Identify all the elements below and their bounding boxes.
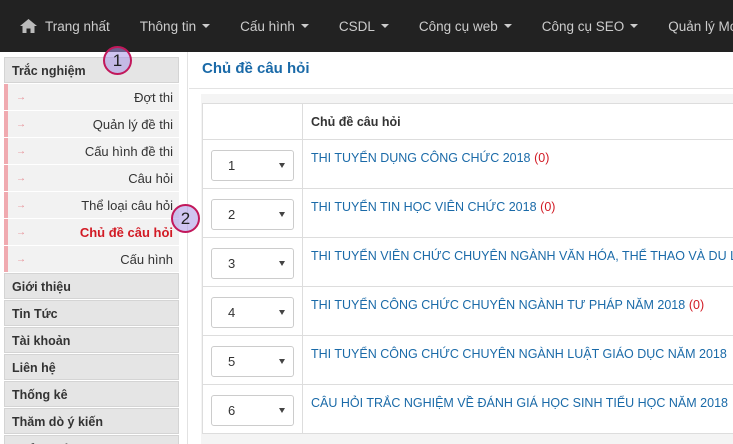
caret-down-icon: [202, 24, 211, 28]
order-value: 1: [228, 158, 236, 173]
nav-quan-ly-module-label: Quản lý Modu: [668, 18, 733, 34]
submenu-label: Đợt thi: [134, 89, 173, 105]
menu-item-tham-do-y-kien[interactable]: Thăm dò ý kiến: [4, 408, 179, 434]
table-row: 3 THI TUYỂN VIÊN CHỨC CHUYÊN NGÀNH VĂN H…: [202, 237, 733, 287]
top-navbar: Trang nhất Thông tin Cấu hình CSDL Công …: [0, 0, 733, 52]
topic-link[interactable]: THI TUYỂN CÔNG CHỨC CHUYÊN NGÀNH TƯ PHÁP…: [311, 298, 685, 312]
menu-header-trac-nghiem[interactable]: Trắc nghiệm: [4, 57, 179, 83]
order-column-header: [202, 103, 303, 140]
nav-quan-ly-module[interactable]: Quản lý Modu: [653, 0, 733, 52]
order-select[interactable]: 1: [211, 150, 294, 181]
nav-cong-cu-seo[interactable]: Công cụ SEO: [527, 0, 654, 52]
order-select[interactable]: 6: [211, 395, 294, 426]
topic-link[interactable]: CÂU HỎI TRẮC NGHIỆM VỀ ĐÁNH GIÁ HỌC SINH…: [311, 396, 728, 410]
submenu-label: Chủ đề câu hỏi: [79, 224, 173, 240]
caret-down-icon: [279, 408, 285, 413]
table-row: 2 THI TUYỂN TIN HỌC VIÊN CHỨC 2018 (0): [202, 188, 733, 238]
order-value: 5: [228, 354, 236, 369]
submenu-item-dot-thi[interactable]: → Đợt thi: [4, 84, 179, 110]
nav-cau-hinh-label: Cấu hình: [240, 18, 295, 34]
caret-down-icon: [630, 24, 639, 28]
caret-down-icon: [279, 359, 285, 364]
main-content: Chủ đề câu hỏi Chủ đề câu hỏi 1 THI TUYỂ…: [189, 52, 733, 444]
order-value: 3: [228, 256, 236, 271]
menu-item-gioi-thieu[interactable]: Giới thiệu: [4, 273, 179, 299]
home-icon: [20, 19, 37, 33]
order-value: 4: [228, 305, 236, 320]
caret-down-icon: [279, 261, 285, 266]
question-count: (0): [540, 200, 556, 214]
arrow-right-icon: →: [16, 199, 26, 211]
divider: [189, 88, 733, 89]
submenu-item-the-loai-cau-hoi[interactable]: → Thể loại câu hỏi: [4, 192, 179, 218]
submenu-item-cau-hoi[interactable]: → Câu hỏi: [4, 165, 179, 191]
page-title: Chủ đề câu hỏi: [202, 60, 310, 77]
menu-item-thong-ke[interactable]: Thống kê: [4, 381, 179, 407]
topic-column-header: Chủ đề câu hỏi: [302, 103, 733, 140]
submenu-item-quan-ly-de-thi[interactable]: → Quản lý đề thi: [4, 111, 179, 137]
arrow-right-icon: →: [16, 253, 26, 265]
order-value: 2: [228, 207, 236, 222]
table-row: 1 THI TUYỂN DỤNG CÔNG CHỨC 2018 (0): [202, 139, 733, 189]
nav-csdl[interactable]: CSDL: [324, 0, 404, 52]
submenu-item-chu-de-cau-hoi[interactable]: → Chủ đề câu hỏi: [4, 219, 179, 245]
nav-home[interactable]: Trang nhất: [0, 0, 125, 52]
caret-down-icon: [279, 163, 285, 168]
caret-down-icon: [300, 24, 309, 28]
menu-item-quang-cao[interactable]: Quảng cáo: [4, 435, 179, 444]
arrow-right-icon: →: [16, 226, 26, 238]
topic-link[interactable]: THI TUYỂN VIÊN CHỨC CHUYÊN NGÀNH VĂN HÓA…: [311, 249, 733, 263]
annotation-marker-1: 1: [103, 46, 132, 75]
topic-link[interactable]: THI TUYỂN CÔNG CHỨC CHUYÊN NGÀNH LUẬT GI…: [311, 347, 727, 361]
nav-cong-cu-seo-label: Công cụ SEO: [541, 18, 625, 34]
arrow-right-icon: →: [16, 91, 26, 103]
caret-down-icon: [279, 212, 285, 217]
arrow-right-icon: →: [16, 118, 26, 130]
question-count: (0): [534, 151, 550, 165]
annotation-marker-2: 2: [171, 204, 200, 233]
nav-home-label: Trang nhất: [45, 18, 110, 34]
table-row: 6 CÂU HỎI TRẮC NGHIỆM VỀ ĐÁNH GIÁ HỌC SI…: [202, 384, 733, 434]
nav-cong-cu-web-label: Công cụ web: [418, 18, 498, 34]
nav-cong-cu-web[interactable]: Công cụ web: [404, 0, 527, 52]
nav-csdl-label: CSDL: [338, 18, 375, 34]
caret-down-icon: [279, 310, 285, 315]
order-select[interactable]: 4: [211, 297, 294, 328]
sidebar: Trắc nghiệm → Đợt thi → Quản lý đề thi →…: [0, 52, 188, 444]
submenu-label: Cấu hình đề thi: [84, 143, 173, 159]
table-row: 4 THI TUYỂN CÔNG CHỨC CHUYÊN NGÀNH TƯ PH…: [202, 286, 733, 336]
nav-thong-tin[interactable]: Thông tin: [125, 0, 225, 52]
arrow-right-icon: →: [16, 172, 26, 184]
menu-group-trac-nghiem: Trắc nghiệm → Đợt thi → Quản lý đề thi →…: [4, 57, 179, 272]
caret-down-icon: [380, 24, 389, 28]
question-count: (0): [688, 298, 705, 312]
submenu-label: Cấu hình: [120, 251, 173, 267]
submenu-item-cau-hinh-de-thi[interactable]: → Cấu hình đề thi: [4, 138, 179, 164]
caret-down-icon: [503, 24, 512, 28]
topic-link[interactable]: THI TUYỂN TIN HỌC VIÊN CHỨC 2018: [311, 200, 537, 214]
order-value: 6: [228, 403, 236, 418]
table-header-row: Chủ đề câu hỏi: [202, 103, 733, 140]
topic-link[interactable]: THI TUYỂN DỤNG CÔNG CHỨC 2018: [311, 151, 531, 165]
nav-cau-hinh[interactable]: Cấu hình: [225, 0, 324, 52]
menu-item-lien-he[interactable]: Liên hệ: [4, 354, 179, 380]
order-select[interactable]: 5: [211, 346, 294, 377]
menu-item-tin-tuc[interactable]: Tin Tức: [4, 300, 179, 326]
submenu-label: Thể loại câu hỏi: [81, 197, 173, 213]
topics-table: Chủ đề câu hỏi 1 THI TUYỂN DỤNG CÔNG CHỨ…: [202, 103, 733, 434]
order-select[interactable]: 2: [211, 199, 294, 230]
table-row: 5 THI TUYỂN CÔNG CHỨC CHUYÊN NGÀNH LUẬT …: [202, 335, 733, 385]
order-select[interactable]: 3: [211, 248, 294, 279]
submenu-label: Câu hỏi: [128, 170, 173, 186]
menu-item-tai-khoan[interactable]: Tài khoản: [4, 327, 179, 353]
nav-thong-tin-label: Thông tin: [139, 18, 197, 34]
submenu-item-cau-hinh[interactable]: → Cấu hình: [4, 246, 179, 272]
arrow-right-icon: →: [16, 145, 26, 157]
submenu-label: Quản lý đề thi: [92, 116, 173, 132]
